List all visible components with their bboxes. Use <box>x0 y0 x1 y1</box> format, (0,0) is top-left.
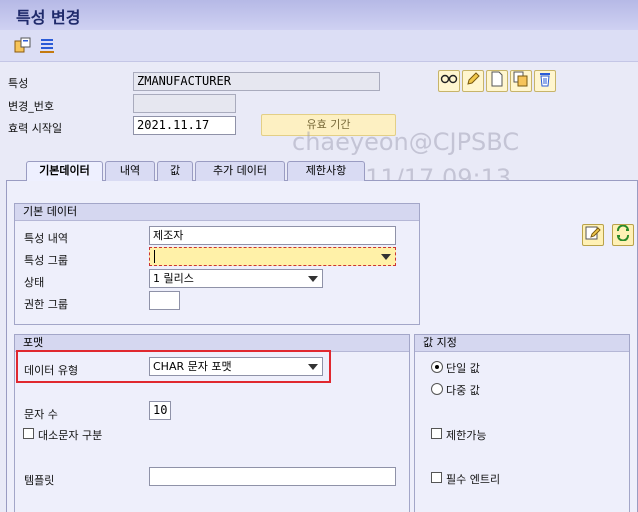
data-type-label: 데이터 유형 <box>24 364 79 377</box>
description-field[interactable]: 제조자 <box>149 226 396 245</box>
hierarchy-icon[interactable] <box>14 37 32 55</box>
multiple-values-radio[interactable] <box>431 383 443 395</box>
value-assignment-group-title: 값 지정 <box>415 335 629 352</box>
case-sensitive-label: 대소문자 구분 <box>38 429 103 442</box>
status-dropdown[interactable]: 1 릴리스 <box>149 269 323 288</box>
basic-data-group-title: 기본 데이터 <box>15 204 419 221</box>
auth-group-field[interactable] <box>149 291 180 310</box>
valid-from-field[interactable]: 2021.11.17 <box>133 116 236 135</box>
delete-icon[interactable] <box>534 70 556 92</box>
chevron-down-icon <box>308 364 318 370</box>
status-label: 상태 <box>24 276 45 289</box>
chevron-down-icon <box>381 254 391 260</box>
restrictable-checkbox[interactable] <box>431 428 442 439</box>
valid-from-label: 효력 시작일 <box>8 122 63 135</box>
text-cursor <box>154 250 155 263</box>
case-sensitive-checkbox[interactable] <box>23 428 34 439</box>
change-number-field[interactable] <box>133 94 236 113</box>
title-bar: 특성 변경 <box>0 0 638 30</box>
new-document-icon[interactable] <box>486 70 508 92</box>
edit-list-icon[interactable] <box>582 224 604 246</box>
data-type-dropdown[interactable]: CHAR 문자 포맷 <box>149 357 323 376</box>
required-entry-checkbox[interactable] <box>431 472 442 483</box>
num-chars-label: 문자 수 <box>24 408 58 421</box>
change-number-label: 변경_번호 <box>8 100 54 113</box>
tab-basic-data[interactable]: 기본데이터 <box>26 161 103 181</box>
auth-group-label: 권한 그룹 <box>24 298 68 311</box>
pencil-icon[interactable] <box>462 70 484 92</box>
copy-icon[interactable] <box>510 70 532 92</box>
application-toolbar <box>0 30 638 62</box>
tab-values[interactable]: 값 <box>157 161 193 181</box>
tab-restrictions[interactable]: 제한사항 <box>287 161 365 181</box>
tab-description[interactable]: 내역 <box>105 161 155 181</box>
single-value-radio[interactable] <box>431 361 443 373</box>
data-type-value: CHAR 문자 포맷 <box>153 360 232 373</box>
single-value-label: 단일 값 <box>446 362 480 375</box>
chevron-down-icon <box>308 276 318 282</box>
watermark-user: chaeyeon@CJPSBC <box>292 128 520 156</box>
characteristic-field: ZMANUFACTURER <box>133 72 380 91</box>
description-label: 특성 내역 <box>24 232 68 245</box>
display-object-icon[interactable] <box>38 37 56 55</box>
required-entry-label: 필수 엔트리 <box>446 473 501 486</box>
refresh-icon[interactable] <box>612 224 634 246</box>
char-group-label: 특성 그룹 <box>24 254 68 267</box>
template-label: 템플릿 <box>24 474 55 487</box>
char-group-dropdown[interactable] <box>149 247 396 266</box>
num-chars-field[interactable]: 10 <box>149 401 171 420</box>
multiple-values-label: 다중 값 <box>446 384 480 397</box>
tab-additional-data[interactable]: 추가 데이터 <box>195 161 285 181</box>
glasses-icon[interactable] <box>438 70 460 92</box>
restrictable-label: 제한가능 <box>446 429 487 442</box>
template-field[interactable] <box>149 467 396 486</box>
status-value: 1 릴리스 <box>153 272 194 285</box>
page-title: 특성 변경 <box>16 8 81 27</box>
characteristic-label: 특성 <box>8 77 29 90</box>
